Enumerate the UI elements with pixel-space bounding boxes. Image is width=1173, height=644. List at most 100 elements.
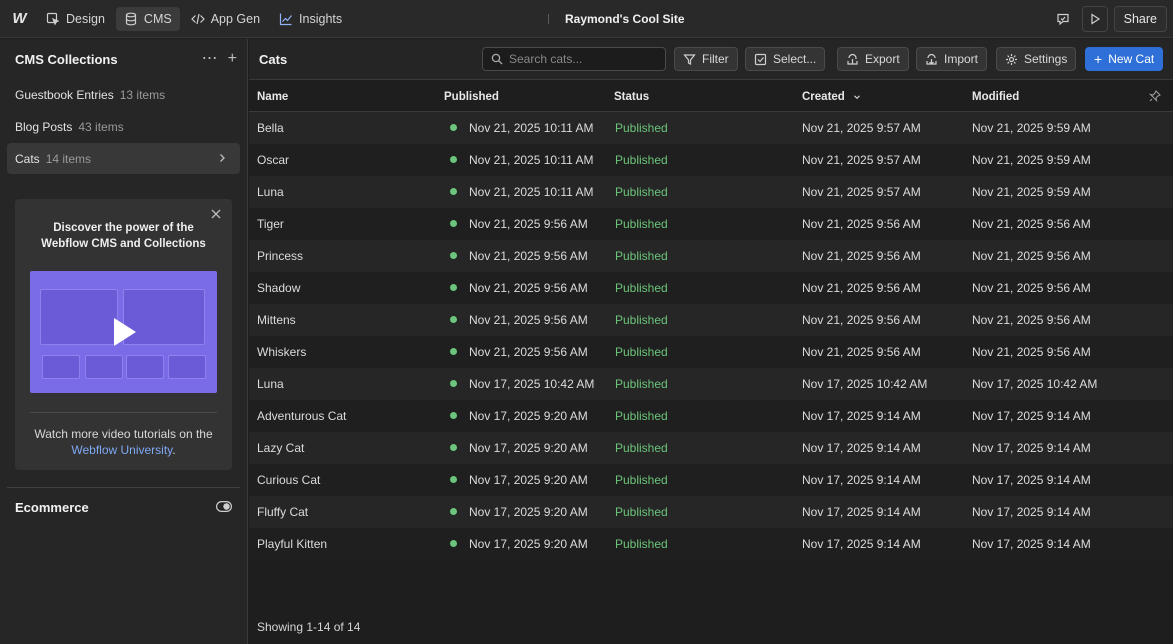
divider xyxy=(7,487,240,488)
column-header-created[interactable]: Created xyxy=(802,91,861,103)
column-header-status[interactable]: Status xyxy=(614,91,649,103)
table-row[interactable]: Adventurous Cat Nov 17, 2025 9:20 AM Publi… xyxy=(249,400,1173,432)
status-dot-icon xyxy=(450,508,457,515)
cell-published: Nov 21, 2025 10:11 AM xyxy=(469,185,594,199)
new-cat-button[interactable]: + New Cat xyxy=(1085,47,1164,71)
import-icon xyxy=(926,53,937,65)
status-dot-icon xyxy=(450,412,457,419)
select-button[interactable]: Select... xyxy=(745,47,826,71)
video-thumbnail[interactable] xyxy=(30,271,217,393)
cell-created: Nov 17, 2025 9:14 AM xyxy=(802,409,921,423)
status-dot-icon xyxy=(450,220,457,227)
collection-item-blog-posts[interactable]: Blog Posts 43 items xyxy=(7,111,240,142)
cell-created: Nov 21, 2025 9:57 AM xyxy=(802,121,921,135)
cell-modified: Nov 21, 2025 9:56 AM xyxy=(972,281,1091,295)
export-button[interactable]: Export xyxy=(837,47,909,71)
cell-published: Nov 21, 2025 9:56 AM xyxy=(469,249,588,263)
table-row[interactable]: Lazy Cat Nov 17, 2025 9:20 AM Published Nov… xyxy=(249,432,1173,464)
status-dot-icon xyxy=(450,380,457,387)
pin-icon[interactable] xyxy=(1149,90,1161,102)
cell-name: Adventurous Cat xyxy=(257,409,347,423)
nav-insights-label: Insights xyxy=(299,11,343,26)
collection-title: Cats xyxy=(259,52,288,67)
nav-insights[interactable]: Insights xyxy=(271,7,350,31)
status-dot-icon xyxy=(450,316,457,323)
cell-name: Lazy Cat xyxy=(257,441,305,455)
add-collection-icon[interactable]: + xyxy=(228,50,237,68)
table-row[interactable]: Bella Nov 21, 2025 10:11 AM Published Nov 2… xyxy=(249,112,1173,144)
table-header: Name Published Status Created Modified xyxy=(249,81,1173,112)
table-row[interactable]: Princess Nov 21, 2025 9:56 AM Published Nov… xyxy=(249,240,1173,272)
cell-status: Published xyxy=(615,441,668,455)
select-label: Select... xyxy=(773,52,817,66)
table-row[interactable]: Oscar Nov 21, 2025 10:11 AM Published Nov 2… xyxy=(249,144,1173,176)
cell-status: Published xyxy=(615,505,668,519)
cell-published: Nov 21, 2025 10:11 AM xyxy=(469,121,594,135)
cell-modified: Nov 17, 2025 9:14 AM xyxy=(972,505,1091,519)
cell-modified: Nov 17, 2025 9:14 AM xyxy=(972,409,1091,423)
cms-collections-panel: CMS Collections ⋯ + Guestbook Entries 13… xyxy=(0,39,248,644)
table-row[interactable]: Luna Nov 17, 2025 10:42 AM Published Nov 17… xyxy=(249,368,1173,400)
cell-modified: Nov 21, 2025 9:56 AM xyxy=(972,217,1091,231)
cell-published: Nov 17, 2025 9:20 AM xyxy=(469,537,588,551)
share-button[interactable]: Share xyxy=(1113,6,1167,32)
collection-item-cats[interactable]: Cats 14 items xyxy=(7,143,240,174)
filter-icon xyxy=(683,53,696,65)
nav-design-label: Design xyxy=(66,11,105,26)
nav-design[interactable]: Design xyxy=(38,7,113,31)
more-options-icon[interactable]: ⋯ xyxy=(202,50,218,68)
search-box[interactable] xyxy=(482,47,666,71)
collection-item-guestbook[interactable]: Guestbook Entries 13 items xyxy=(7,79,240,110)
cell-modified: Nov 21, 2025 9:56 AM xyxy=(972,345,1091,359)
nav-cms-label: CMS xyxy=(143,11,172,26)
cell-status: Published xyxy=(615,121,668,135)
table-row[interactable]: Luna Nov 21, 2025 10:11 AM Published Nov 21… xyxy=(249,176,1173,208)
table-row[interactable]: Tiger Nov 21, 2025 9:56 AM Published Nov 21… xyxy=(249,208,1173,240)
nav-cms[interactable]: CMS xyxy=(115,6,180,31)
comments-icon[interactable] xyxy=(1050,6,1076,32)
collection-count: 13 items xyxy=(119,87,166,102)
webflow-university-link[interactable]: Webflow University xyxy=(71,443,172,457)
new-cat-label: New Cat xyxy=(1108,52,1155,66)
cell-published: Nov 21, 2025 9:56 AM xyxy=(469,217,588,231)
export-label: Export xyxy=(865,52,900,66)
cell-modified: Nov 21, 2025 9:59 AM xyxy=(972,153,1091,167)
filter-button[interactable]: Filter xyxy=(674,47,738,71)
promo-text: Watch more video tutorials on the Webflo… xyxy=(15,426,232,458)
table-row[interactable]: Whiskers Nov 21, 2025 9:56 AM Published Nov… xyxy=(249,336,1173,368)
gear-icon xyxy=(1006,53,1017,65)
settings-label: Settings xyxy=(1024,52,1068,66)
column-header-modified[interactable]: Modified xyxy=(972,91,1019,103)
chevron-right-icon xyxy=(220,154,225,162)
settings-button[interactable]: Settings xyxy=(996,47,1077,71)
promo-title: Discover the power of the Webflow CMS an… xyxy=(15,220,232,252)
table-row[interactable]: Curious Cat Nov 17, 2025 9:20 AM Published… xyxy=(249,464,1173,496)
export-icon xyxy=(847,53,858,65)
table-row[interactable]: Shadow Nov 21, 2025 9:56 AM Published Nov 2… xyxy=(249,272,1173,304)
cell-status: Published xyxy=(615,249,668,263)
webflow-logo-icon[interactable]: W xyxy=(0,0,38,38)
table-row[interactable]: Fluffy Cat Nov 17, 2025 9:20 AM Published N… xyxy=(249,496,1173,528)
cell-status: Published xyxy=(615,473,668,487)
cell-name: Oscar xyxy=(257,153,290,167)
nav-app-gen[interactable]: App Gen xyxy=(183,7,268,31)
table-row[interactable]: Mittens Nov 21, 2025 9:56 AM Published Nov … xyxy=(249,304,1173,336)
status-dot-icon xyxy=(450,124,457,131)
cell-created: Nov 17, 2025 9:14 AM xyxy=(802,505,921,519)
column-header-published[interactable]: Published xyxy=(444,91,499,103)
table-row[interactable]: Playful Kitten Nov 17, 2025 9:20 AM Publis… xyxy=(249,528,1173,560)
column-header-name[interactable]: Name xyxy=(257,91,288,103)
database-icon xyxy=(125,12,137,25)
cell-name: Shadow xyxy=(257,281,301,295)
cell-modified: Nov 21, 2025 9:59 AM xyxy=(972,121,1091,135)
search-input[interactable] xyxy=(509,52,659,66)
cell-created: Nov 21, 2025 9:56 AM xyxy=(802,313,921,327)
close-icon[interactable] xyxy=(210,208,222,220)
video-preview-card xyxy=(85,355,123,379)
play-icon[interactable] xyxy=(114,318,136,346)
column-header-created-label: Created xyxy=(802,91,845,103)
import-button[interactable]: Import xyxy=(916,47,988,71)
cell-name: Whiskers xyxy=(257,345,307,359)
preview-play-icon[interactable] xyxy=(1081,6,1108,32)
toggle-icon[interactable] xyxy=(216,501,232,512)
